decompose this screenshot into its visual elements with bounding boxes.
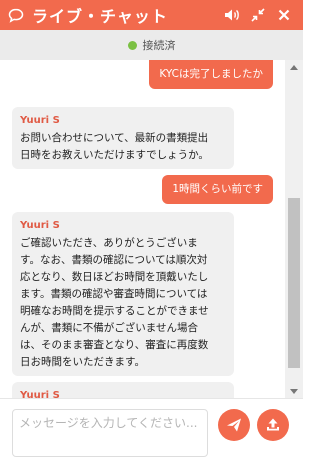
send-button[interactable] xyxy=(218,409,250,441)
message-composer xyxy=(0,398,303,470)
message-scrollbar[interactable] xyxy=(285,60,303,398)
chat-title: ライブ・チャット xyxy=(32,7,168,26)
volume-icon[interactable] xyxy=(221,4,243,26)
agent-name: Yuuri S xyxy=(20,115,60,126)
status-text: 接続済 xyxy=(142,39,176,52)
status-dot xyxy=(127,40,137,50)
chat-header: ライブ・チャット xyxy=(0,0,303,30)
upload-button[interactable] xyxy=(257,409,289,441)
minimize-icon[interactable] xyxy=(247,4,269,26)
agent-message: Yuuri S xyxy=(12,382,234,398)
message-list[interactable]: KYCは完了しましたか Yuuri S お問い合わせについて、最新の書類提出 日… xyxy=(0,60,285,398)
agent-message: Yuuri S ご確認いただき、ありがとうございま す。なお、書類の確認について… xyxy=(12,212,234,376)
send-icon xyxy=(227,418,241,432)
message-input[interactable] xyxy=(12,409,208,457)
user-message: 1時間くらい前です xyxy=(162,175,273,204)
scroll-up-icon[interactable] xyxy=(285,60,303,74)
user-message: KYCは完了しましたか xyxy=(149,60,273,89)
close-icon[interactable] xyxy=(273,4,295,26)
agent-message: Yuuri S お問い合わせについて、最新の書類提出 日時をお教えいただけますで… xyxy=(12,107,234,169)
agent-message-text: お問い合わせについて、最新の書類提出 日時をお教えいただけますでしょうか。 xyxy=(20,132,209,161)
agent-message-text: ご確認いただき、ありがとうございま す。なお、書類の確認については順次対 応とな… xyxy=(20,237,209,368)
connection-status: 接続済 xyxy=(0,30,303,60)
upload-icon xyxy=(267,418,279,431)
scrollbar-thumb[interactable] xyxy=(288,198,300,368)
chat-bubble-icon xyxy=(8,6,26,24)
scroll-down-icon[interactable] xyxy=(285,384,303,398)
agent-name: Yuuri S xyxy=(20,220,60,231)
agent-name: Yuuri S xyxy=(20,390,60,398)
